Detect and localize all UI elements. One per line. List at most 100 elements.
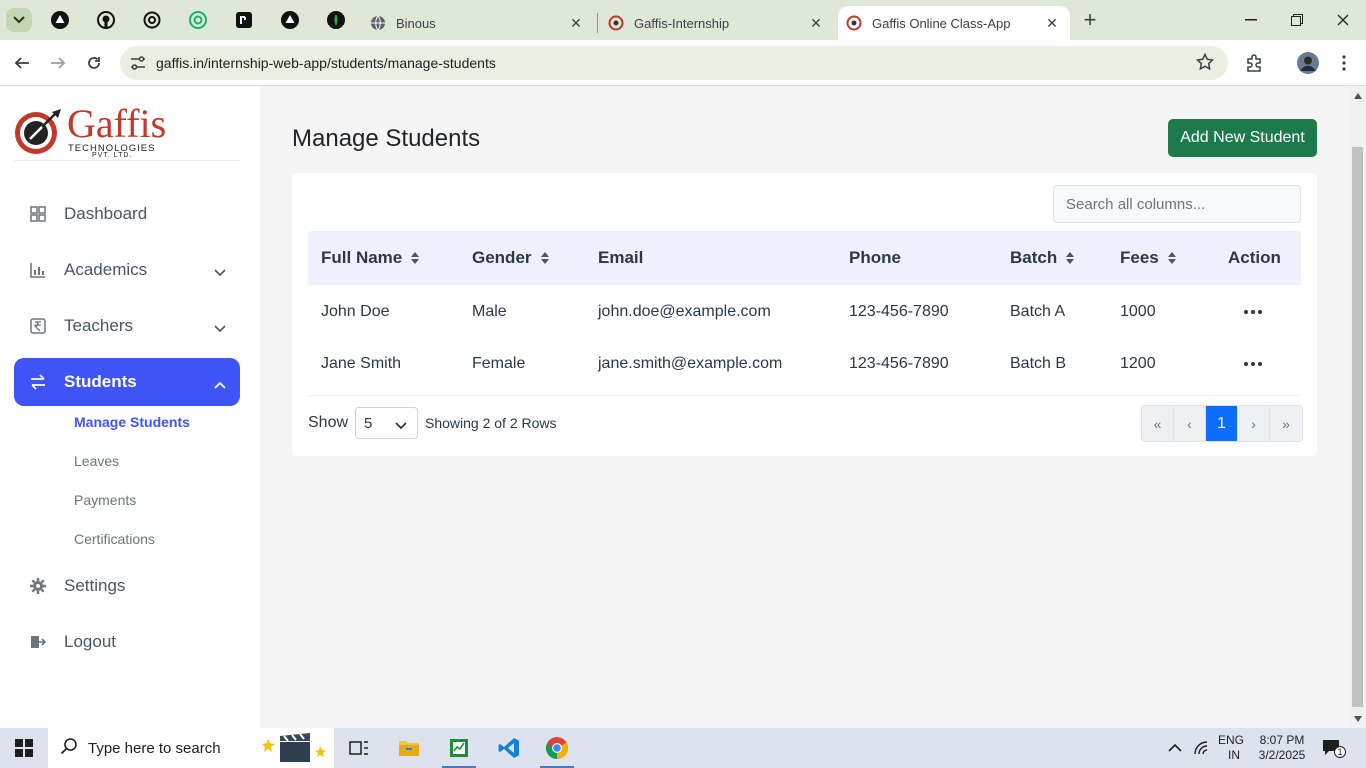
table-row: Jane Smith Female jane.smith@example.com… bbox=[308, 338, 1301, 390]
sidebar-item-label: Dashboard bbox=[64, 204, 148, 223]
page-size-select[interactable]: 5 bbox=[355, 407, 418, 439]
table-header: Full Name Gender Email Phone Batch Fees bbox=[308, 231, 1301, 285]
subnav-payments[interactable]: Payments bbox=[74, 492, 136, 508]
wifi-icon[interactable] bbox=[1194, 728, 1210, 768]
site-info-icon[interactable] bbox=[120, 56, 156, 70]
chevron-down-icon bbox=[214, 262, 226, 282]
pinned-tab[interactable] bbox=[324, 8, 348, 32]
subnav-leaves[interactable]: Leaves bbox=[74, 453, 119, 469]
r-app-icon bbox=[236, 12, 252, 28]
column-header-gender[interactable]: Gender bbox=[472, 231, 550, 285]
scroll-down-arrow-icon[interactable] bbox=[1353, 714, 1363, 724]
close-tab-icon[interactable]: ✕ bbox=[566, 13, 586, 33]
last-page-button[interactable]: » bbox=[1270, 406, 1302, 441]
mongodb-icon bbox=[327, 11, 345, 29]
chart-app-icon[interactable] bbox=[436, 728, 482, 768]
gear-icon bbox=[26, 578, 50, 594]
column-header-full-name[interactable]: Full Name bbox=[321, 231, 420, 285]
cell-fees: 1200 bbox=[1120, 355, 1156, 372]
notification-count: 1 bbox=[1334, 746, 1346, 758]
next-page-button[interactable]: › bbox=[1238, 406, 1270, 441]
page-button-1[interactable]: 1 bbox=[1206, 406, 1238, 441]
column-header-label: Email bbox=[598, 248, 644, 267]
sidebar-item-students[interactable]: Students bbox=[14, 358, 240, 406]
tab-gaffis-online-class-app[interactable]: Gaffis Online Class-App ✕ bbox=[838, 6, 1070, 40]
windows-start-icon[interactable] bbox=[0, 728, 48, 768]
previous-page-button[interactable]: ‹ bbox=[1174, 406, 1206, 441]
row-actions-more-icon[interactable] bbox=[1244, 357, 1262, 371]
windows-taskbar: Type here to search ENG IN 8:07 PM 3/2/2… bbox=[0, 728, 1366, 768]
sort-icon bbox=[1065, 251, 1075, 265]
logo-name: Gaffis bbox=[67, 101, 167, 146]
minimize-window-icon[interactable] bbox=[1228, 6, 1274, 34]
sidebar-item-settings[interactable]: Settings bbox=[14, 562, 240, 610]
vscode-icon[interactable] bbox=[486, 728, 532, 768]
bookmark-star-icon[interactable] bbox=[1195, 52, 1215, 76]
column-header-batch[interactable]: Batch bbox=[1010, 231, 1075, 285]
tray-show-hidden-icon[interactable] bbox=[1168, 728, 1182, 768]
pinned-tab[interactable] bbox=[232, 8, 256, 32]
column-header-label: Fees bbox=[1120, 248, 1159, 267]
browser-menu-kebab-icon[interactable] bbox=[1332, 51, 1356, 75]
reload-icon[interactable] bbox=[80, 49, 108, 77]
logo-suffix: PVT. LTD. bbox=[92, 152, 133, 159]
file-explorer-icon[interactable] bbox=[386, 728, 432, 768]
first-page-button[interactable]: « bbox=[1142, 406, 1174, 441]
notification-center-icon[interactable]: 1 bbox=[1322, 728, 1346, 768]
close-window-icon[interactable] bbox=[1320, 6, 1366, 34]
page-size-value: 5 bbox=[364, 414, 373, 432]
language-code: ENG bbox=[1218, 733, 1245, 747]
subnav-certifications[interactable]: Certifications bbox=[74, 531, 155, 547]
tab-binous[interactable]: Binous ✕ bbox=[358, 6, 594, 40]
logout-icon bbox=[26, 634, 50, 650]
pagination: « ‹ 1 › » bbox=[1141, 405, 1303, 442]
column-header-fees[interactable]: Fees bbox=[1120, 231, 1177, 285]
pinned-tab[interactable] bbox=[48, 8, 72, 32]
gaffis-favicon-icon bbox=[608, 15, 624, 31]
close-tab-icon[interactable]: ✕ bbox=[806, 13, 826, 33]
taskbar-search-box[interactable]: Type here to search bbox=[48, 728, 334, 768]
new-tab-plus-icon[interactable]: + bbox=[1078, 7, 1102, 32]
cell-full-name: John Doe bbox=[321, 303, 390, 320]
task-view-icon[interactable] bbox=[336, 728, 382, 768]
column-header-email: Email bbox=[598, 231, 643, 285]
sidebar-item-academics[interactable]: Academics bbox=[14, 246, 240, 294]
tab-gaffis-internship[interactable]: Gaffis-Internship ✕ bbox=[598, 6, 834, 40]
column-header-label: Action bbox=[1228, 248, 1281, 267]
pinned-tab[interactable] bbox=[278, 8, 302, 32]
profile-avatar[interactable] bbox=[1296, 51, 1320, 75]
gaffis-logo[interactable]: Gaffis TECHNOLOGIES PVT. LTD. bbox=[12, 103, 172, 159]
subnav-manage-students[interactable]: Manage Students bbox=[74, 414, 190, 430]
restore-window-icon[interactable] bbox=[1274, 6, 1320, 34]
forward-arrow-icon[interactable] bbox=[44, 49, 72, 77]
close-tab-icon[interactable]: ✕ bbox=[1042, 13, 1062, 33]
sidebar-item-logout[interactable]: Logout bbox=[14, 618, 240, 666]
triangle-app-icon bbox=[51, 11, 69, 29]
chrome-icon[interactable] bbox=[534, 728, 580, 768]
scrollbar-thumb[interactable] bbox=[1352, 147, 1363, 707]
cell-phone: 123-456-7890 bbox=[849, 355, 949, 372]
extensions-puzzle-icon[interactable] bbox=[1242, 51, 1266, 75]
add-new-student-button[interactable]: Add New Student bbox=[1168, 119, 1317, 157]
sidebar-item-dashboard[interactable]: Dashboard bbox=[14, 190, 240, 238]
row-actions-more-icon[interactable] bbox=[1244, 305, 1262, 319]
language-indicator[interactable]: ENG IN bbox=[1218, 728, 1244, 768]
column-header-label: Full Name bbox=[321, 248, 403, 267]
back-arrow-icon[interactable] bbox=[8, 49, 36, 77]
search-icon bbox=[60, 737, 78, 759]
cell-fees: 1000 bbox=[1120, 303, 1156, 320]
pinned-tab[interactable] bbox=[186, 8, 210, 32]
cell-phone: 123-456-7890 bbox=[849, 303, 949, 320]
clock[interactable]: 8:07 PM 3/2/2025 bbox=[1256, 728, 1308, 768]
sidebar-item-teachers[interactable]: Teachers bbox=[14, 302, 240, 350]
chevron-up-icon bbox=[214, 374, 226, 394]
pinned-tab[interactable] bbox=[140, 8, 164, 32]
tab-search-button[interactable] bbox=[6, 8, 32, 32]
vertical-scrollbar[interactable] bbox=[1350, 87, 1366, 728]
scroll-up-arrow-icon[interactable] bbox=[1353, 91, 1363, 101]
cell-batch: Batch B bbox=[1010, 355, 1067, 372]
pinned-tab[interactable] bbox=[94, 8, 118, 32]
address-bar[interactable]: gaffis.in/internship-web-app/students/ma… bbox=[120, 46, 1228, 80]
cell-full-name: Jane Smith bbox=[321, 355, 402, 372]
search-input[interactable] bbox=[1053, 185, 1301, 223]
